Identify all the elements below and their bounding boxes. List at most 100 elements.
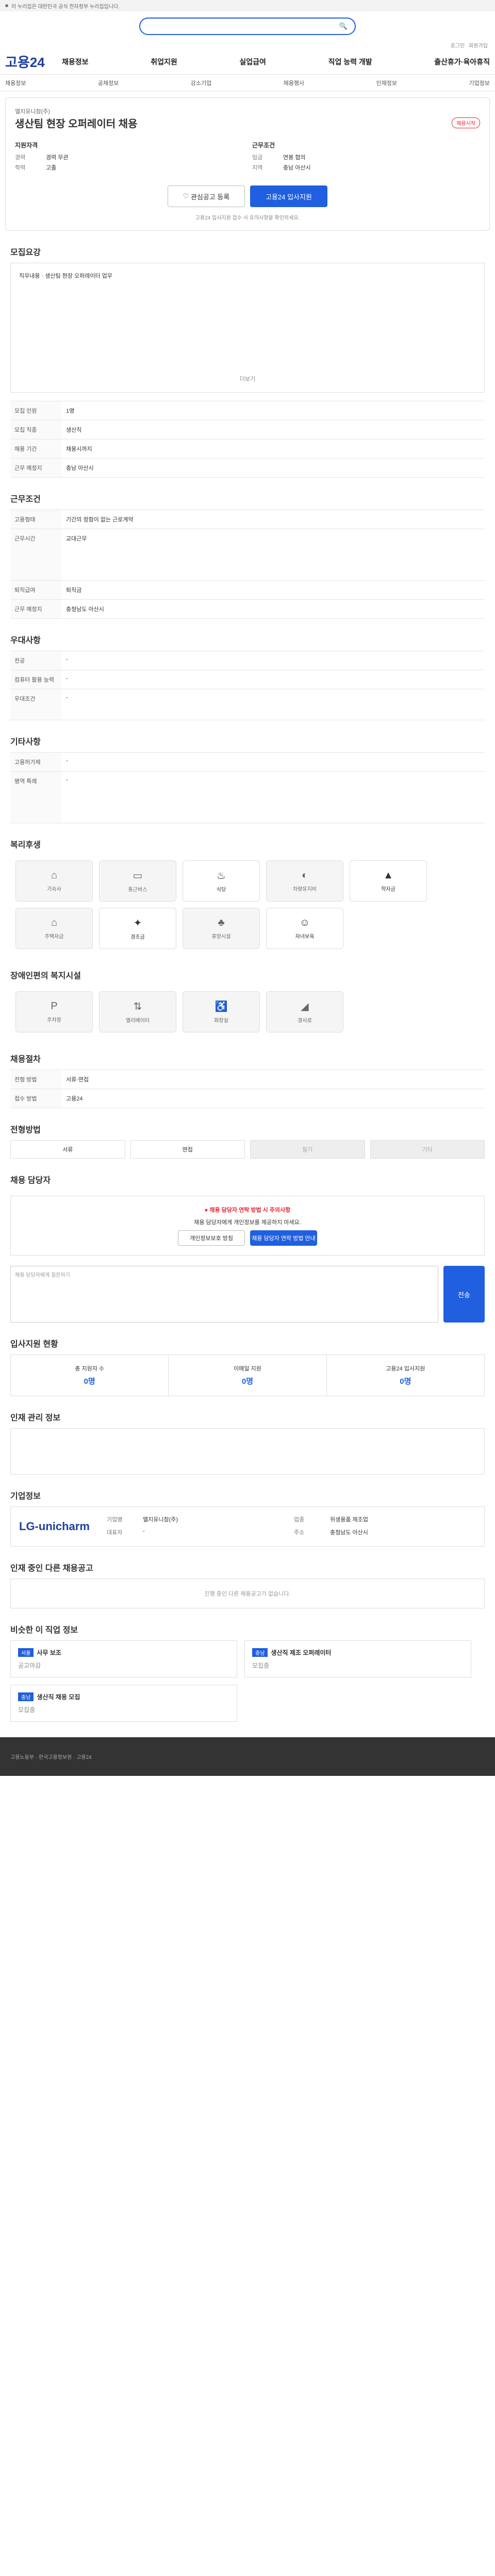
elevator-icon: ⇅ (133, 1001, 142, 1012)
sub-nav-item[interactable]: 강소기업 (191, 79, 211, 87)
applicant-stats: 총 지원자 수 0명 이메일 지원 0명 고용24 입사지원 0명 (10, 1354, 485, 1396)
recruit-table: 모집 인원 1명 모집 직종 생산직 채용 기간 채용시까지 근무 예정지 충남 아산시 (10, 401, 485, 478)
global-nav: 고용24 채용정보 취업지원 실업급여 직업 능력 개발 출산휴가·육아휴직 (0, 49, 495, 75)
field-value: 고졸 (46, 165, 57, 171)
field-value: 고용24 (62, 1089, 485, 1108)
region-tag: 서울 (18, 1648, 34, 1657)
gnb-menu-item[interactable]: 실업급여 (239, 57, 266, 67)
job-card[interactable]: 충남 생산직 채용 모집 모집중 (10, 1685, 237, 1722)
field-label: 근무시간 (10, 529, 62, 581)
stat-item: 총 지원자 수 0명 (11, 1355, 169, 1396)
field-value: 위생용품 제조업 (330, 1517, 368, 1523)
favorite-button[interactable]: ♡ 관심공고 등록 (168, 185, 245, 207)
field-label: 채용 기간 (10, 439, 62, 459)
field-label: 병역 특례 (10, 771, 62, 823)
field-label: 접수 방법 (10, 1089, 62, 1108)
process-table: 전형 방법 서류·면접 접수 방법 고용24 (10, 1070, 485, 1108)
job-detail-text: 직무내용 · 생산팀 현장 오퍼레이터 업무 (19, 273, 112, 279)
field-value: 1명 (62, 401, 485, 420)
sub-nav-item[interactable]: 공채정보 (98, 79, 119, 87)
empty-state: 진행 중인 다른 채용공고가 없습니다. (10, 1579, 485, 1608)
parking-icon: P (51, 1001, 58, 1012)
qualification-block: 지원자격 경력 경력 무관 학력 고졸 (15, 141, 243, 173)
sub-nav-item[interactable]: 채용정보 (5, 79, 26, 87)
login-link[interactable]: 로그인 (451, 41, 465, 49)
search-icon[interactable]: 🔍 (339, 22, 348, 30)
signup-link[interactable]: 회원가입 (469, 41, 488, 49)
section-heading: 근무조건 (10, 495, 41, 504)
dining-icon: ♨ (217, 870, 226, 882)
preference-table: 전공 - 컴퓨터 활용 능력 - 우대조건 - (10, 651, 485, 720)
more-button[interactable]: 더보기 (19, 375, 476, 384)
field-label: 업종 (294, 1517, 305, 1523)
section-heading: 전형방법 (10, 1126, 41, 1134)
similar-jobs: 서울 사무 보조 공고마감 충남 생산직 제조 오퍼레이터 모집중 충남 생산직 채용 모… (10, 1640, 485, 1722)
region-tag: 충남 (18, 1692, 34, 1701)
field-label: 근무 예정지 (10, 458, 62, 478)
question-textarea[interactable]: 채용 담당자에게 질문하기 (10, 1266, 438, 1323)
section-heading: 비슷한 이 직업 정보 (10, 1626, 78, 1635)
manage-box (10, 1428, 485, 1475)
job-card[interactable]: 서울 사무 보조 공고마감 (10, 1640, 237, 1677)
field-value: - (62, 670, 485, 689)
benefit-item: ♨ 식당 (183, 860, 260, 902)
condition-block: 근무조건 임금 연봉 협의 지역 충남 아산시 (252, 141, 480, 173)
access-item: ♿ 화장실 (183, 991, 260, 1032)
job-card[interactable]: 충남 생산직 제조 오퍼레이터 모집중 (244, 1640, 471, 1677)
selection-steps: 서류 면접 필기 기타 (10, 1140, 485, 1159)
field-label: 경력 (15, 155, 26, 161)
cap-icon: ▲ (383, 870, 393, 881)
field-value: 연봉 협의 (283, 155, 306, 161)
field-label: 근무 예정지 (10, 599, 62, 619)
sub-nav-item[interactable]: 인재정보 (376, 79, 397, 87)
search-row: 🔍 (0, 11, 495, 41)
gift-icon: ✦ (133, 918, 142, 929)
condition-table: 고용형태 기간의 정함이 없는 근로계약 근무시간 교대근무 퇴직급여 퇴직금 근무 … (10, 510, 485, 619)
send-button[interactable]: 전송 (443, 1266, 485, 1323)
bus-icon: ▭ (133, 870, 143, 882)
job-title: 생산팀 현장 오퍼레이터 채용 (15, 118, 138, 130)
section-heading: 인재 관리 정보 (10, 1414, 61, 1422)
sub-nav: 채용정보 공채정보 강소기업 채용행사 인재정보 기업정보 (0, 75, 495, 91)
gnb-menu-item[interactable]: 출산휴가·육아휴직 (434, 57, 490, 67)
field-label: 모집 직종 (10, 420, 62, 439)
section-heading: 우대사항 (10, 636, 41, 645)
field-label: 대표자 (107, 1530, 123, 1536)
search-input[interactable]: 🔍 (139, 18, 356, 35)
gnb-menu-item[interactable]: 채용정보 (62, 57, 89, 67)
step-item: 서류 (10, 1140, 125, 1159)
field-value: - (62, 752, 485, 772)
field-value: 채용시까지 (62, 439, 485, 459)
step-item: 면접 (130, 1140, 245, 1159)
ramp-icon: ◢ (301, 1001, 309, 1012)
warning-icon: ● (204, 1207, 208, 1213)
section-heading: 채용절차 (10, 1055, 41, 1064)
gnb-menu-item[interactable]: 취업지원 (151, 57, 177, 67)
field-label: 학력 (15, 165, 26, 171)
sub-nav-item[interactable]: 채용행사 (284, 79, 304, 87)
contact-guide-button[interactable]: 채용 담당자 연락 방법 안내 (250, 1230, 317, 1246)
section-heading: 장애인편의 복지시설 (10, 972, 81, 980)
job-summary-card: 엘지유니참(주) 생산팀 현장 오퍼레이터 채용 채용시작 지원자격 경력 경력 … (5, 97, 490, 231)
field-label: 전공 (10, 651, 62, 670)
field-value: 충청남도 아산시 (62, 599, 485, 619)
field-label: 지역 (252, 165, 263, 171)
sub-nav-item[interactable]: 기업정보 (469, 79, 489, 87)
status-badge: 채용시작 (452, 117, 480, 128)
access-item: ⇅ 엘리베이터 (99, 991, 176, 1032)
field-value: 서류·면접 (62, 1070, 485, 1089)
field-value: 충남 아산시 (283, 165, 311, 171)
access-item: ◢ 경사로 (266, 991, 343, 1032)
privacy-button[interactable]: 개인정보보호 방침 (178, 1230, 245, 1246)
apply-button[interactable]: 고용24 입사지원 (250, 185, 327, 207)
question-form: 채용 담당자에게 질문하기 전송 (10, 1266, 485, 1323)
field-value: 경력 무관 (46, 155, 69, 161)
step-item: 기타 (370, 1140, 485, 1159)
heart-icon: ♡ (183, 192, 191, 200)
company-logo: LG-unicharm (19, 1520, 90, 1533)
benefit-item: ▭ 통근버스 (99, 860, 176, 902)
gnb-menu-item[interactable]: 직업 능력 개발 (328, 57, 372, 67)
region-tag: 충남 (252, 1648, 268, 1657)
site-logo[interactable]: 고용24 (5, 52, 62, 71)
palm-icon: ♣ (218, 917, 225, 928)
